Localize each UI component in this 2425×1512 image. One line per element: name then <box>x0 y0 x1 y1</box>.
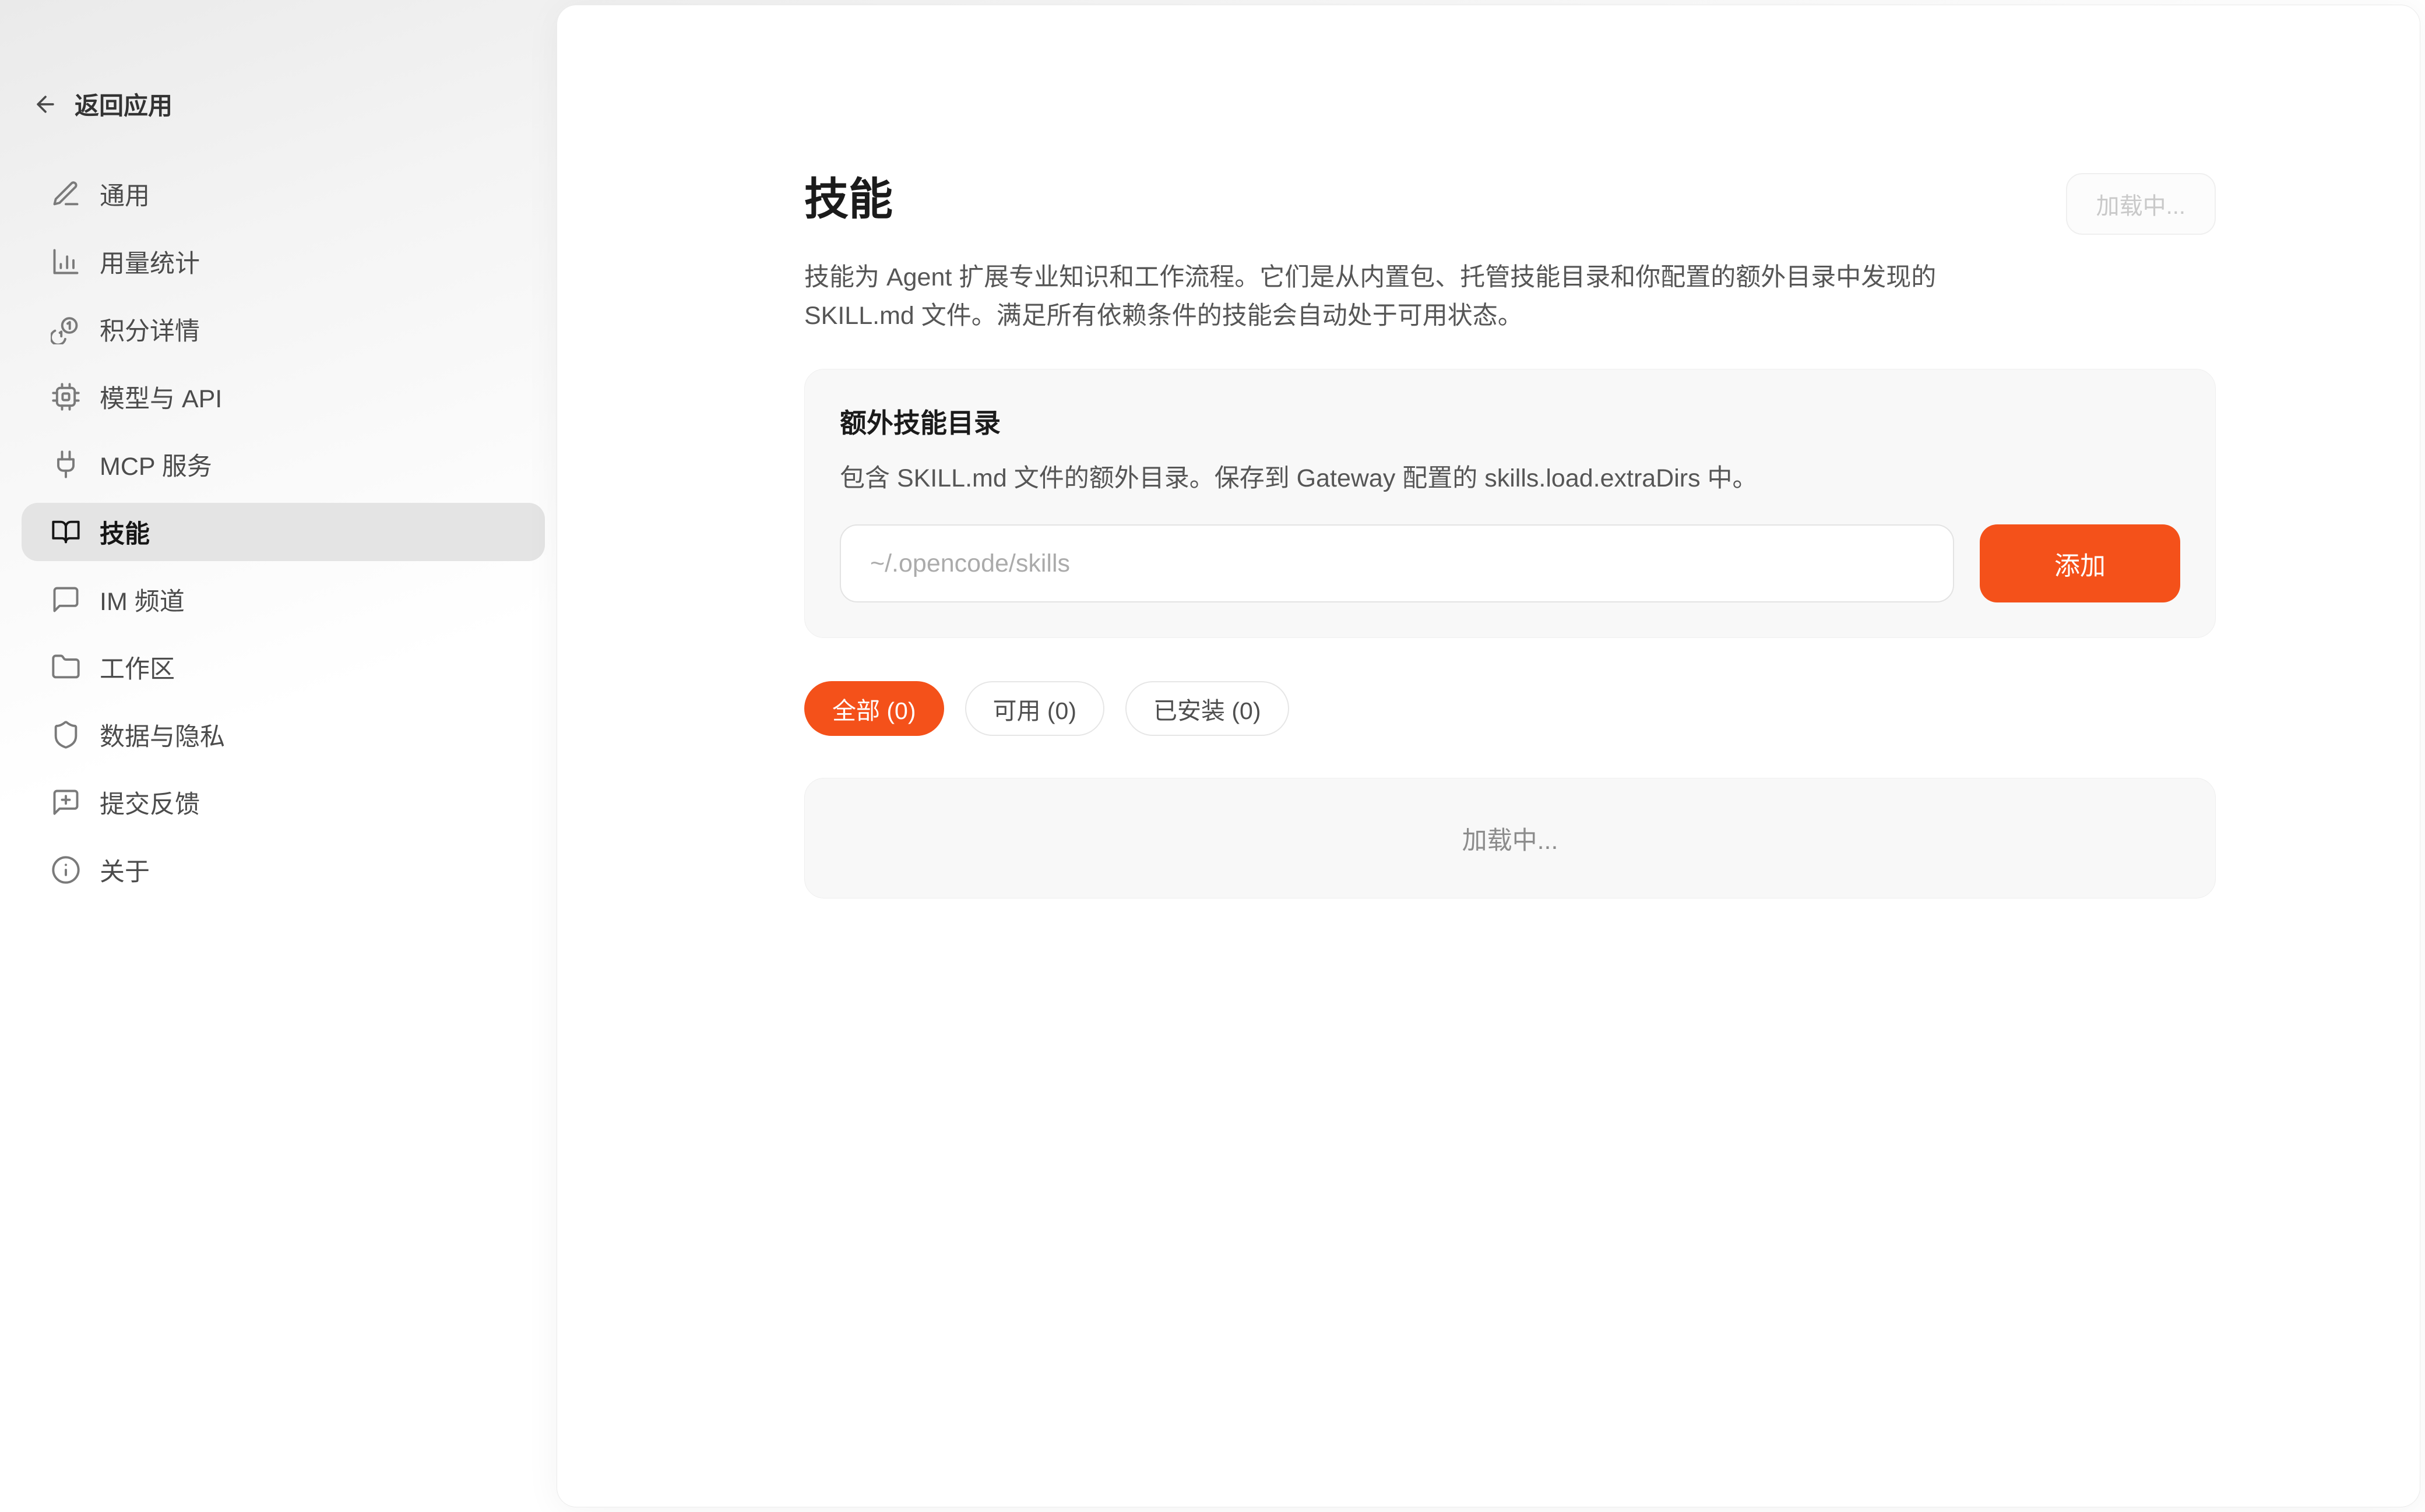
sidebar-item-label: 数据与隐私 <box>100 717 225 753</box>
settings-sidebar: 返回应用 通用 用量统计 积分详情 模型与 API <box>0 0 557 1512</box>
shield-icon <box>51 720 81 750</box>
coins-icon <box>51 314 81 344</box>
filter-all[interactable]: 全部 (0) <box>804 681 944 736</box>
sidebar-item-skills[interactable]: 技能 <box>22 503 545 561</box>
sidebar-item-credits[interactable]: 积分详情 <box>22 300 545 358</box>
add-button[interactable]: 添加 <box>1980 524 2180 602</box>
sidebar-item-general[interactable]: 通用 <box>22 165 545 223</box>
plug-icon <box>51 449 81 480</box>
sidebar-item-label: 积分详情 <box>100 311 200 347</box>
sidebar-item-mcp[interactable]: MCP 服务 <box>22 435 545 494</box>
loading-status-button[interactable]: 加载中... <box>2066 173 2216 235</box>
sidebar-item-label: 工作区 <box>100 649 175 685</box>
sidebar-item-label: 通用 <box>100 176 150 212</box>
loading-text: 加载中... <box>1462 820 1558 857</box>
extra-dirs-card-description: 包含 SKILL.md 文件的额外目录。保存到 Gateway 配置的 skil… <box>840 458 2180 494</box>
sidebar-item-label: 模型与 API <box>100 379 222 415</box>
sidebar-item-label: 关于 <box>100 852 150 888</box>
sidebar-item-label: 技能 <box>100 514 150 550</box>
skill-dir-input[interactable] <box>840 524 1954 602</box>
extra-dirs-card-title: 额外技能目录 <box>840 402 2180 440</box>
sidebar-item-feedback[interactable]: 提交反馈 <box>22 773 545 831</box>
sidebar-item-usage-stats[interactable]: 用量统计 <box>22 232 545 291</box>
extra-dirs-card: 额外技能目录 包含 SKILL.md 文件的额外目录。保存到 Gateway 配… <box>804 369 2216 638</box>
folder-icon <box>51 652 81 682</box>
message-square-plus-icon <box>51 787 81 817</box>
skills-list-placeholder: 加载中... <box>804 778 2216 898</box>
page-title: 技能 <box>804 175 893 224</box>
skills-page: 技能 加载中... 技能为 Agent 扩展专业知识和工作流程。它们是从内置包、… <box>804 5 2216 898</box>
page-description: 技能为 Agent 扩展专业知识和工作流程。它们是从内置包、托管技能目录和你配置… <box>804 258 2046 335</box>
back-to-app-button[interactable]: 返回应用 <box>33 86 173 122</box>
sidebar-item-workspace[interactable]: 工作区 <box>22 638 545 696</box>
sidebar-item-label: MCP 服务 <box>100 446 212 482</box>
page-header: 技能 加载中... <box>804 175 2216 235</box>
cpu-icon <box>51 382 81 412</box>
sidebar-item-privacy[interactable]: 数据与隐私 <box>22 706 545 764</box>
sidebar-item-label: 提交反馈 <box>100 784 200 820</box>
sidebar-item-label: 用量统计 <box>100 244 200 280</box>
info-icon <box>51 855 81 885</box>
book-open-icon <box>51 517 81 547</box>
back-to-app-label: 返回应用 <box>75 86 173 122</box>
sidebar-nav: 通用 用量统计 积分详情 模型与 API MCP 服务 <box>0 165 557 899</box>
skill-filters: 全部 (0) 可用 (0) 已安装 (0) <box>804 681 2216 736</box>
sidebar-item-im-channels[interactable]: IM 频道 <box>22 570 545 629</box>
pencil-line-icon <box>51 179 81 209</box>
filter-available[interactable]: 可用 (0) <box>965 681 1105 736</box>
bar-chart-icon <box>51 246 81 277</box>
extra-dirs-input-row: 添加 <box>840 524 2180 602</box>
message-square-icon <box>51 584 81 615</box>
sidebar-item-about[interactable]: 关于 <box>22 841 545 899</box>
sidebar-item-models-api[interactable]: 模型与 API <box>22 368 545 426</box>
arrow-left-icon <box>33 91 58 117</box>
main-panel: 技能 加载中... 技能为 Agent 扩展专业知识和工作流程。它们是从内置包、… <box>557 5 2420 1507</box>
sidebar-item-label: IM 频道 <box>100 581 185 618</box>
filter-installed[interactable]: 已安装 (0) <box>1125 681 1289 736</box>
